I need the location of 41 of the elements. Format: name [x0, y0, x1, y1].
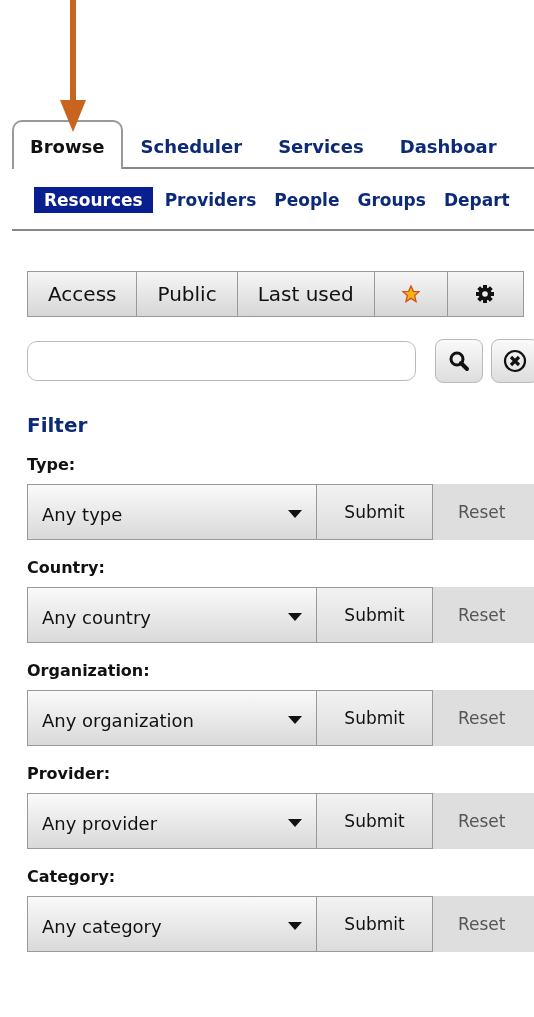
submit-button[interactable]: Submit	[317, 793, 433, 849]
nav-tab[interactable]: Browse	[12, 120, 123, 169]
dropdown[interactable]: Any provider	[27, 793, 317, 849]
nav-tab[interactable]: Scheduler	[122, 120, 261, 169]
caret-icon	[288, 510, 302, 518]
toolbar-button[interactable]: Public	[137, 271, 238, 317]
search-icon	[448, 350, 470, 372]
filter-label: Type:	[27, 455, 77, 474]
submit-button[interactable]: Submit	[317, 587, 433, 643]
sub-tab[interactable]: Groups	[351, 187, 432, 213]
sub-tab[interactable]: People	[268, 187, 346, 213]
search-field[interactable]	[27, 341, 416, 381]
filter-label: Category:	[27, 867, 117, 886]
settings-icon	[475, 284, 496, 304]
sub-tab[interactable]: Depart	[437, 187, 516, 213]
filter-label: Provider:	[27, 764, 112, 783]
filter-label: Organization:	[27, 661, 151, 680]
clear-button[interactable]	[491, 339, 534, 383]
filter-heading: Filter	[27, 413, 89, 437]
dropdown[interactable]: Any category	[27, 896, 317, 952]
filter-label: Country:	[27, 558, 106, 577]
caret-icon	[288, 613, 302, 621]
settings-button[interactable]	[447, 271, 524, 317]
submit-button[interactable]: Submit	[317, 896, 433, 952]
caret-icon	[288, 716, 302, 724]
dropdown[interactable]: Any country	[27, 587, 317, 643]
nav-tab[interactable]: Services	[260, 120, 382, 169]
sub-tab[interactable]: Resources	[34, 187, 153, 213]
close-icon	[503, 349, 527, 373]
dropdown[interactable]: Any organization	[27, 690, 317, 746]
caret-icon	[288, 922, 302, 930]
toolbar-button[interactable]: Access	[27, 271, 138, 317]
search-button[interactable]	[435, 339, 483, 383]
star-icon	[401, 285, 420, 303]
submit-button[interactable]: Submit	[317, 484, 433, 540]
sub-tab[interactable]: Providers	[158, 187, 263, 213]
toolbar-button[interactable]: Last used	[237, 271, 375, 317]
nav-tab[interactable]: Dashboar	[381, 120, 515, 169]
caret-icon	[288, 819, 302, 827]
submit-button[interactable]: Submit	[317, 690, 433, 746]
dropdown[interactable]: Any type	[27, 484, 317, 540]
